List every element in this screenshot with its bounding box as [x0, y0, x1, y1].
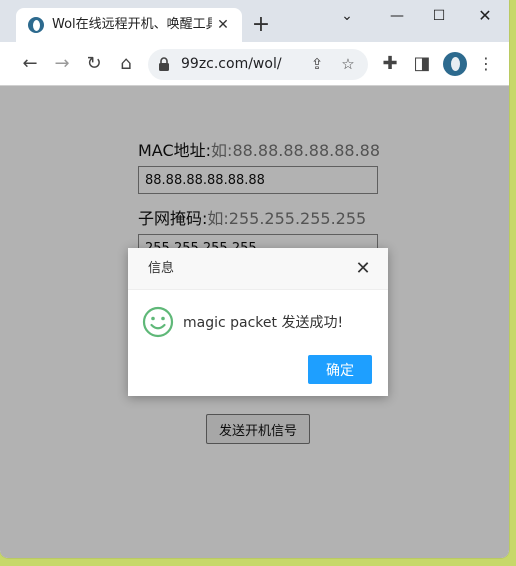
dialog-close-icon[interactable]: ✕ — [354, 260, 372, 278]
smile-icon — [142, 306, 174, 338]
title-bar: Wol在线远程开机、唤醒工具 ✕ + ⌄ — ☐ ✕ — [0, 0, 509, 42]
bookmark-star-icon[interactable]: ☆ — [338, 54, 358, 74]
browser-tab[interactable]: Wol在线远程开机、唤醒工具 ✕ — [16, 8, 242, 42]
dialog-message: magic packet 发送成功! — [183, 315, 344, 331]
page-viewport: MAC地址:如:88.88.88.88.88.88 子网掩码:如:255.255… — [0, 86, 509, 558]
url-text[interactable]: 99zc.com/wol/ — [181, 55, 282, 74]
browser-window: Wol在线远程开机、唤醒工具 ✕ + ⌄ — ☐ ✕ ← → ↻ ⌂ 99zc.… — [0, 0, 509, 558]
tab-title: Wol在线远程开机、唤醒工具 — [52, 17, 212, 32]
address-bar[interactable]: 99zc.com/wol/ ⇪ ☆ — [148, 49, 368, 80]
home-icon[interactable]: ⌂ — [114, 52, 138, 76]
extensions-puzzle-icon[interactable]: ✚ — [378, 52, 402, 76]
dialog-title: 信息 — [148, 261, 175, 276]
info-dialog: 信息 ✕ magic packet 发送成功! 确定 — [128, 248, 388, 396]
site-favicon-icon — [28, 17, 44, 33]
back-arrow-icon[interactable]: ← — [18, 52, 42, 76]
tab-search-dropdown-icon[interactable]: ⌄ — [333, 6, 361, 26]
reload-icon[interactable]: ↻ — [82, 52, 106, 76]
dialog-confirm-button[interactable]: 确定 — [308, 355, 372, 384]
profile-avatar[interactable] — [443, 52, 467, 76]
side-panel-icon[interactable]: ◨ — [410, 52, 434, 76]
share-icon[interactable]: ⇪ — [307, 54, 327, 74]
forward-arrow-icon[interactable]: → — [50, 52, 74, 76]
maximize-button[interactable]: ☐ — [425, 6, 453, 26]
browser-toolbar: ← → ↻ ⌂ 99zc.com/wol/ ⇪ ☆ ✚ ◨ ⋮ — [0, 42, 509, 86]
lock-icon — [159, 57, 169, 71]
tab-close-icon[interactable]: ✕ — [215, 17, 231, 33]
close-window-button[interactable]: ✕ — [471, 6, 499, 26]
minimize-button[interactable]: — — [383, 6, 411, 26]
more-menu-icon[interactable]: ⋮ — [474, 52, 498, 76]
new-tab-button[interactable]: + — [250, 14, 272, 36]
dialog-header: 信息 ✕ — [128, 248, 388, 290]
